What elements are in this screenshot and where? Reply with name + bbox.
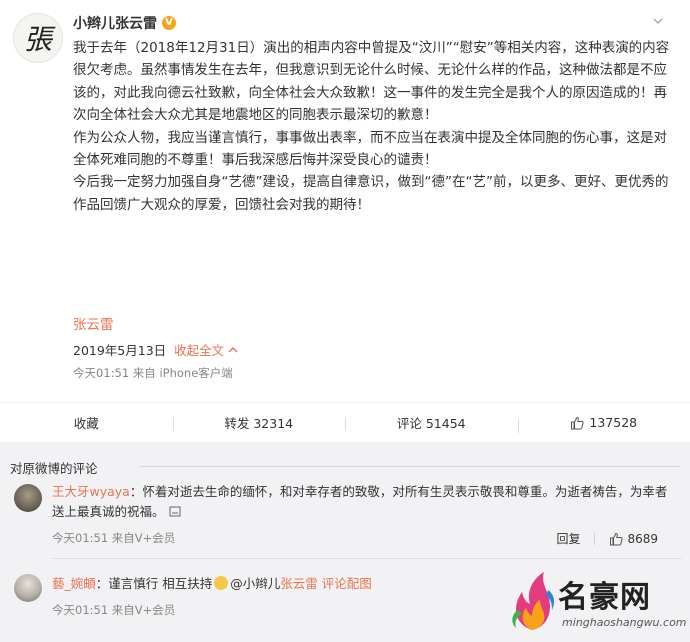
post-header: 小辫儿张云雷 V	[73, 13, 176, 33]
comment-content: ：谨言慎行 相互扶持	[95, 576, 213, 591]
like-count: 137528	[589, 415, 638, 430]
comment-text: 王大牙wyaya：怀着对逝去生命的缅怀，和对幸存者的致敬，对所有生灵表示敬畏和尊…	[52, 482, 672, 522]
thumbs-up-icon	[571, 416, 584, 429]
chevron-down-icon[interactable]	[651, 14, 665, 28]
comment-actions: 回复 8689	[556, 530, 658, 547]
user-avatar[interactable]: 張	[13, 13, 63, 63]
divider	[140, 466, 680, 467]
post-meta: 2019年5月13日 收起全文	[73, 340, 238, 359]
divider	[594, 532, 596, 545]
post-paragraph: 作为公众人物，我应当谨言慎行，事事做出表率，而不应当在表演中提及全体同胞的伤心事…	[73, 129, 667, 169]
comment-button[interactable]: 评论 51454	[345, 413, 518, 432]
repost-button[interactable]: 转发 32314	[172, 413, 346, 432]
comment-content: ：怀着对逝去生命的缅怀，和对幸存者的致敬，对所有生灵表示敬畏和尊重。为逝者祷告，…	[52, 484, 668, 519]
vip-badge-icon: V	[162, 16, 176, 30]
comment-meta: 今天01:51 来自V+会员	[52, 531, 176, 545]
watermark-url: minghaoshangwu.com	[562, 616, 687, 629]
chevron-up-icon	[228, 347, 238, 353]
comment-label: 评论 51454	[396, 416, 466, 431]
picture-icon	[169, 506, 181, 517]
commenter-name[interactable]: 王大牙wyaya	[52, 484, 130, 499]
mention-prefix[interactable]: @小辫儿	[230, 576, 280, 591]
collapse-link[interactable]: 收起全文	[174, 340, 238, 359]
post-paragraph: 今后我一定努力加强自身“艺德”建设，提高自律意识，做到“德”在“艺”前，以更多、…	[73, 174, 669, 213]
avatar-glyph: 張	[23, 23, 52, 56]
watermark-title: 名豪网	[558, 580, 651, 615]
comment-like-count: 8689	[627, 531, 658, 546]
collapse-label: 收起全文	[174, 343, 225, 358]
post-date: 2019年5月13日	[73, 343, 167, 358]
post-username[interactable]: 小辫儿张云雷	[73, 13, 157, 33]
weibo-post: 張 小辫儿张云雷 V 我于去年（2018年12月31日）演出的相声内容中曾提及“…	[0, 0, 690, 442]
mention-name[interactable]: 张云雷	[280, 576, 318, 591]
post-signature: 张云雷	[73, 317, 114, 333]
comments-header: 对原微博的评论	[10, 461, 98, 476]
like-button[interactable]: 137528	[517, 415, 690, 433]
repost-label: 转发 32314	[224, 416, 294, 431]
post-source: 今天01:51 来自 iPhone客户端	[73, 366, 233, 380]
thumbs-up-icon	[610, 532, 624, 545]
commenter-avatar[interactable]	[14, 574, 42, 602]
favorite-label: 收藏	[73, 416, 99, 431]
smiley-emoji-icon	[214, 576, 229, 590]
comment-like-button[interactable]: 8689	[609, 532, 658, 546]
section-gap	[0, 442, 690, 452]
commenter-name[interactable]: 藝_婉頔	[52, 576, 96, 591]
favorite-button[interactable]: 收藏	[0, 413, 173, 432]
site-watermark: 名豪网 minghaoshangwu.com	[500, 566, 690, 642]
commenter-avatar[interactable]	[14, 484, 42, 512]
reply-button[interactable]: 回复	[556, 530, 580, 547]
divider	[52, 558, 682, 559]
post-body: 我于去年（2018年12月31日）演出的相声内容中曾提及“汶川”“慰安”等相关内…	[73, 37, 673, 216]
flame-logo-icon	[512, 572, 555, 630]
action-bar: 收藏 转发 32314 评论 51454 137528	[0, 402, 690, 442]
comment-image-link[interactable]: 评论配图	[322, 576, 372, 591]
comment-meta: 今天01:51 来自V+会员	[52, 603, 176, 617]
post-paragraph: 我于去年（2018年12月31日）演出的相声内容中曾提及“汶川”“慰安”等相关内…	[73, 40, 670, 124]
